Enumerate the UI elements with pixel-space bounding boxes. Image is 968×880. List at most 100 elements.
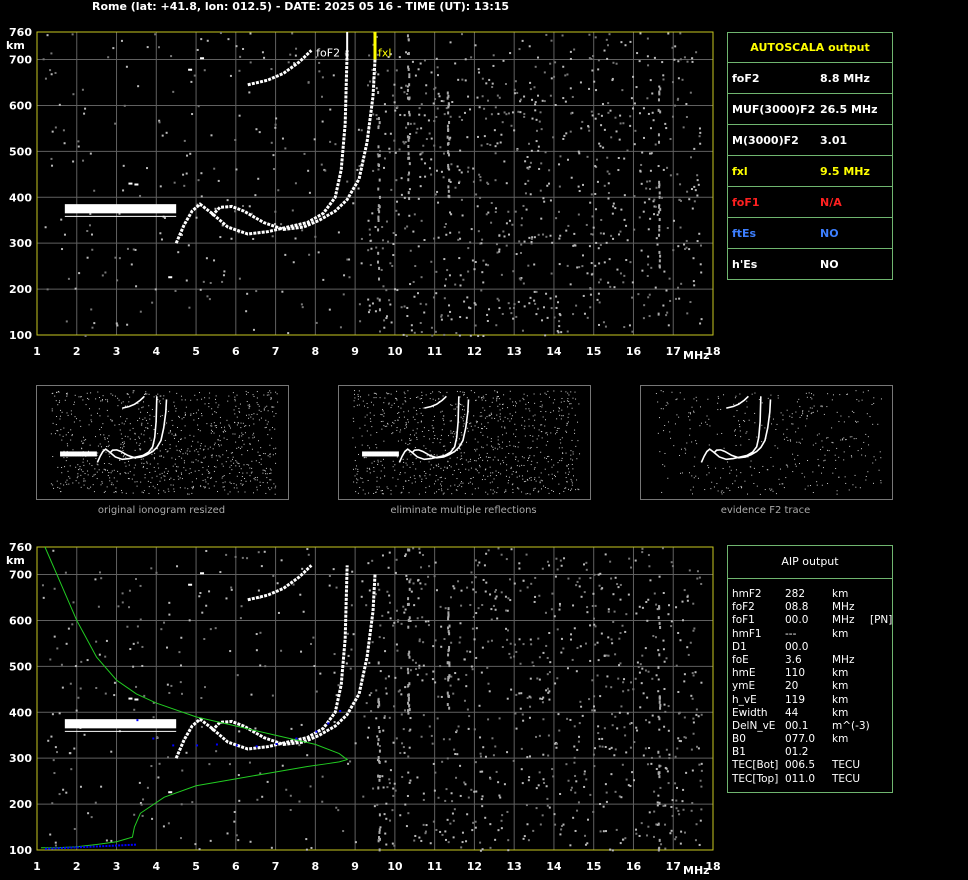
noise-dot (560, 637, 563, 640)
thumb-noise (376, 486, 378, 488)
thumb-noise (546, 456, 548, 458)
y-axis-unit: km (6, 39, 25, 52)
thumb-noise (497, 395, 499, 397)
noise-dot (409, 717, 412, 720)
thumb-noise (441, 485, 443, 487)
noise-dot (383, 326, 386, 329)
thumb-noise (187, 453, 189, 455)
noise-dot (674, 104, 677, 107)
noise-dot (497, 299, 500, 302)
thumb-noise (203, 486, 205, 488)
thumb-noise (225, 430, 227, 432)
thumb-noise (664, 425, 666, 427)
thumb-noise (475, 468, 477, 470)
noise-dot (695, 708, 698, 711)
noise-dot (611, 642, 614, 645)
thumb-noise (171, 457, 173, 459)
thumb-noise (393, 402, 395, 404)
noise-dot (507, 302, 510, 305)
aip-value: 282 (785, 588, 806, 600)
thumb-noise (383, 425, 385, 427)
noise-dot (444, 838, 447, 841)
thumb-noise (381, 428, 383, 430)
thumb-noise (89, 463, 91, 465)
noise-dot (597, 323, 600, 326)
thumb-noise (353, 400, 355, 402)
noise-dot (550, 39, 553, 42)
thumb-noise (148, 492, 150, 494)
thumb-noise (54, 395, 56, 397)
noise-dot (696, 179, 699, 182)
noise-dot (679, 842, 682, 845)
noise-dot (519, 589, 522, 592)
noise-dot (440, 318, 443, 321)
noise-dot (407, 812, 410, 815)
noise-dot (596, 641, 599, 644)
thumb-noise (388, 393, 390, 395)
thumb-noise (202, 467, 204, 469)
thumb-noise (409, 466, 411, 468)
thumb-noise (460, 452, 462, 454)
noise-dot (500, 553, 503, 556)
noise-dot (619, 842, 622, 845)
thumb-noise (356, 478, 358, 480)
thumb-noise (184, 412, 186, 414)
thumb-noise (191, 492, 193, 494)
noise-dot (73, 827, 76, 830)
thumb-noise (412, 416, 414, 418)
noise-dot (441, 760, 444, 763)
thumb-noise (207, 483, 209, 485)
noise-dot (699, 131, 702, 134)
thumb-noise (222, 476, 224, 478)
noise-dot (555, 746, 558, 749)
noise-dot (629, 261, 632, 264)
noise-dot (436, 66, 439, 69)
noise-dot (620, 796, 623, 799)
noise-dot (675, 799, 678, 802)
thumb-noise (749, 466, 751, 468)
thumb-noise (217, 406, 219, 408)
aip-row: D1 00.0 (728, 641, 892, 654)
thumb-noise (541, 424, 543, 426)
x-tick-label: 10 (387, 345, 403, 358)
thumb-noise (409, 434, 411, 436)
streak-dot (658, 764, 661, 768)
thumb-noise (521, 416, 523, 418)
thumb-noise (97, 452, 99, 454)
noise-dot (512, 317, 515, 320)
noise-dot (392, 254, 395, 257)
thumb-noise (521, 491, 523, 493)
noise-dot (678, 739, 681, 742)
noise-dot (639, 663, 642, 666)
noise-dot (451, 812, 454, 815)
noise-dot (559, 792, 562, 795)
noise-dot (567, 577, 570, 580)
noise-dot (287, 332, 290, 335)
noise-dot (618, 138, 621, 141)
noise-dot (498, 306, 501, 309)
noise-dot (498, 250, 501, 253)
noise-dot (321, 775, 324, 778)
noise-dot (657, 165, 660, 168)
noise-dot (376, 735, 379, 738)
thumb-noise (201, 413, 203, 415)
noise-dot (558, 263, 561, 266)
thumb-noise (533, 468, 535, 470)
noise-dot (566, 158, 569, 161)
noise-dot (459, 149, 462, 152)
noise-dot (546, 804, 549, 807)
noise-dot (487, 682, 490, 685)
thumb-noise (527, 493, 529, 495)
noise-dot (634, 677, 637, 680)
noise-dot (444, 607, 447, 610)
thumb-noise (58, 391, 60, 393)
thumb-noise (783, 433, 785, 435)
thumb-noise (267, 455, 269, 457)
noise-dot (235, 834, 238, 837)
thumb-noise (533, 427, 535, 429)
noise-dot (345, 662, 348, 665)
noise-dot (481, 795, 484, 798)
noise-dot (381, 247, 384, 250)
thumb-noise (558, 427, 560, 429)
noise-dot (53, 587, 56, 590)
